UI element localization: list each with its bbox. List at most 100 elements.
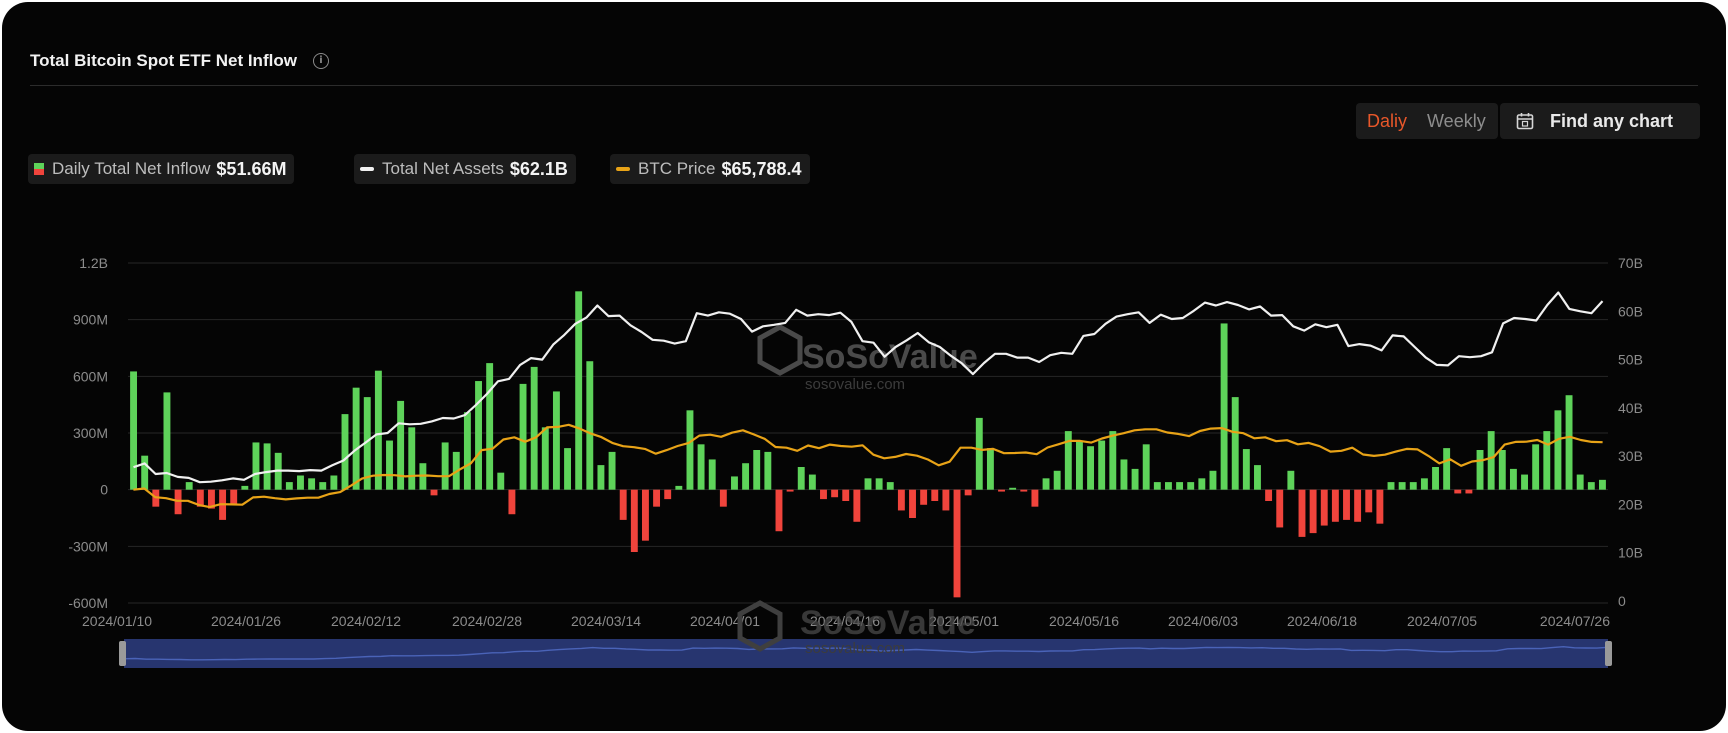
inflow-bar xyxy=(653,489,661,507)
inflow-bar xyxy=(1320,489,1328,526)
inflow-bar xyxy=(1432,467,1439,490)
inflow-bar xyxy=(1376,489,1384,524)
inflow-bar xyxy=(1598,479,1606,490)
inflow-bar xyxy=(1487,431,1495,490)
inflow-bar xyxy=(1365,489,1373,513)
inflow-bar xyxy=(686,410,694,490)
x-tick-label: 2024/05/16 xyxy=(1049,613,1119,629)
watermark-logo-icon xyxy=(757,324,803,376)
axis-labels: 1.2B 900M 600M 300M 0 -300M -600M 70B 60B 50B 40B 3… xyxy=(68,255,1643,629)
inflow-bar xyxy=(1476,450,1484,490)
inflow-bar xyxy=(1053,470,1061,490)
inflow-bar xyxy=(731,476,738,490)
inflow-bar xyxy=(1498,450,1506,490)
y-right-tick-label: 50B xyxy=(1618,352,1643,368)
inflow-bar xyxy=(1265,489,1273,501)
y-left-tick-label: 1.2B xyxy=(79,255,108,271)
inflow-bar xyxy=(297,475,304,490)
watermark-url: sosovalue.com xyxy=(805,376,905,393)
inflow-bar xyxy=(1220,323,1228,490)
inflow-bar xyxy=(853,489,861,522)
inflow-bar xyxy=(1109,431,1117,490)
inflow-bar xyxy=(1509,468,1517,490)
y-right-tick-label: 0 xyxy=(1618,593,1626,609)
inflow-bar xyxy=(1098,440,1106,490)
inflow-bar xyxy=(1242,449,1250,490)
inflow-bar xyxy=(708,459,716,490)
x-tick-label: 2024/02/28 xyxy=(452,613,522,629)
inflow-bar xyxy=(831,489,839,498)
inflow-bar xyxy=(1120,459,1128,490)
y-right-tick-label: 40B xyxy=(1618,400,1643,416)
inflow-bar xyxy=(386,440,393,490)
inflow-bar xyxy=(920,489,928,505)
inflow-bar xyxy=(1443,448,1451,490)
inflow-bar xyxy=(1343,489,1350,520)
inflow-bar xyxy=(1331,489,1339,522)
inflow-bar xyxy=(1187,482,1195,490)
inflow-bar xyxy=(753,450,761,490)
inflow-bar xyxy=(608,451,616,490)
inflow-bar xyxy=(842,489,850,501)
inflow-bar xyxy=(998,489,1005,492)
inflow-bar xyxy=(1131,468,1139,490)
inflow-bar xyxy=(486,363,494,490)
inflow-bar xyxy=(1087,446,1095,490)
inflow-bar xyxy=(630,489,638,552)
x-tick-label: 2024/07/26 xyxy=(1540,613,1610,629)
y-left-tick-label: 600M xyxy=(73,368,108,384)
inflow-bar xyxy=(185,482,193,490)
inflow-bar xyxy=(1165,482,1172,490)
inflow-bar xyxy=(797,467,805,490)
inflow-bar xyxy=(564,448,571,490)
inflow-bar xyxy=(1231,397,1239,490)
x-tick-label: 2024/02/12 xyxy=(331,613,401,629)
etf-chart[interactable]: SoSoValuesosovalue.com 1.2B900M600M300M0… xyxy=(0,0,1728,733)
inflow-bar xyxy=(1576,474,1584,490)
inflow-bar xyxy=(1209,470,1217,490)
x-tick-label: 2024/06/18 xyxy=(1287,613,1357,629)
inflow-bar xyxy=(986,448,994,490)
inflow-bar xyxy=(352,387,360,490)
inflow-bar xyxy=(1465,489,1473,494)
inflow-bar xyxy=(1587,482,1595,490)
inflow-bar xyxy=(1420,478,1428,490)
inflow-bar xyxy=(1276,489,1284,528)
x-tick-label: 2024/01/10 xyxy=(82,613,152,629)
inflow-bar xyxy=(1565,395,1573,490)
inflow-bar xyxy=(308,478,316,490)
inflow-bar xyxy=(964,489,972,496)
inflow-bar xyxy=(1543,431,1551,490)
inflow-bar xyxy=(263,443,271,490)
inflow-bar xyxy=(1153,482,1161,490)
inflow-bar xyxy=(285,482,293,490)
inflow-bar xyxy=(541,427,549,490)
y-left-tick-label: 900M xyxy=(73,312,108,328)
y-left-tick-label: 300M xyxy=(73,425,108,441)
inflow-bar xyxy=(764,451,772,490)
inflow-bar xyxy=(586,361,594,490)
x-tick-label: 2024/04/01 xyxy=(690,613,760,629)
y-right-tick-label: 30B xyxy=(1618,448,1643,464)
inflow-bar xyxy=(341,414,349,490)
inflow-bar xyxy=(897,489,905,511)
inflow-bar xyxy=(786,489,794,492)
watermark-url: sosovalue.com xyxy=(805,640,905,657)
inflow-bar xyxy=(641,489,649,541)
inflow-bar xyxy=(597,465,605,490)
inflow-bar xyxy=(1554,410,1562,490)
inflow-bar xyxy=(530,366,538,490)
inflow-bar xyxy=(1287,470,1295,490)
inflow-bar xyxy=(864,478,872,490)
inflow-bar xyxy=(820,489,827,500)
inflow-bar xyxy=(1398,482,1406,490)
inflow-bar xyxy=(330,475,338,490)
inflow-bar xyxy=(552,391,560,490)
inflow-bar xyxy=(430,489,438,496)
watermark-brand: SoSoValue xyxy=(800,604,976,642)
x-tick-label: 2024/07/05 xyxy=(1407,613,1477,629)
navigator-left-handle xyxy=(119,641,126,666)
inflow-bar xyxy=(719,489,727,507)
x-tick-label: 2024/06/03 xyxy=(1168,613,1238,629)
inflow-bar xyxy=(1042,478,1050,490)
